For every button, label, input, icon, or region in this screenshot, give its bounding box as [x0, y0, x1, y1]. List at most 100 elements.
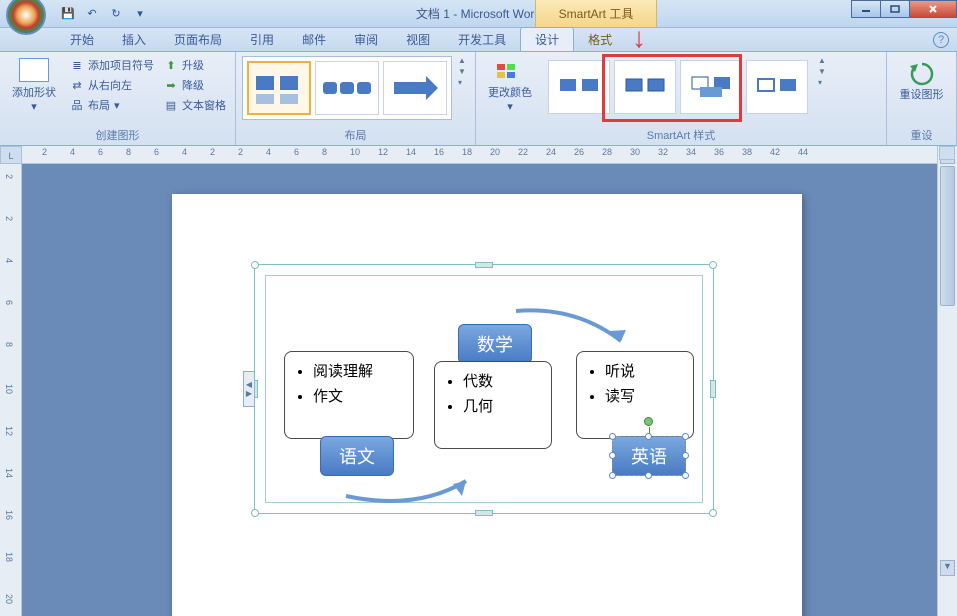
layout-option-3[interactable] [383, 61, 447, 115]
horizontal-ruler[interactable]: 2468642246810121416182022242628303234363… [22, 146, 937, 164]
add-shape-label: 添加形状 [12, 84, 56, 100]
ruler-number: 16 [4, 510, 14, 520]
text-pane-button[interactable]: ▤文本窗格 [162, 96, 228, 114]
promote-button[interactable]: ⬆升级 [162, 56, 228, 74]
layout-option-2[interactable] [315, 61, 379, 115]
ribbon-tabs: 开始 插入 页面布局 引用 邮件 审阅 视图 开发工具 设计 格式 ? [0, 28, 957, 52]
qat-save[interactable]: 💾 [58, 4, 78, 24]
reset-graphic-button[interactable]: 重设图形 [896, 56, 948, 106]
qat-customize[interactable]: ▾ [130, 4, 150, 24]
ruler-number: 26 [574, 147, 584, 157]
layout-gallery-more[interactable]: ▲▼▾ [458, 56, 466, 87]
resize-handle[interactable] [475, 262, 493, 268]
layout-option-1[interactable] [247, 61, 311, 115]
ruler-number: 32 [658, 147, 668, 157]
resize-handle[interactable] [609, 472, 616, 479]
layout-dropdown[interactable]: 品布局 ▾ [68, 96, 156, 114]
ruler-number: 22 [518, 147, 528, 157]
ruler-number: 12 [378, 147, 388, 157]
rtl-button[interactable]: ⇄从右向左 [68, 76, 156, 94]
smartart-node-title-selected[interactable]: 英语 [612, 436, 686, 476]
tab-view[interactable]: 视图 [392, 28, 444, 51]
tab-references[interactable]: 引用 [236, 28, 288, 51]
tab-format[interactable]: 格式 [574, 28, 626, 51]
text-pane-toggle[interactable]: ◀▶ [243, 371, 255, 407]
tab-insert[interactable]: 插入 [108, 28, 160, 51]
maximize-button[interactable] [880, 0, 910, 18]
ruler-number: 16 [434, 147, 444, 157]
smartart-node-card[interactable]: 代数 几何 [434, 361, 552, 449]
layout-icon: 品 [70, 99, 84, 111]
add-bullet-button[interactable]: ≣添加项目符号 [68, 56, 156, 74]
qat-redo[interactable]: ↻ [106, 4, 126, 24]
context-tab-title: SmartArt 工具 [535, 0, 657, 27]
help-button[interactable]: ? [933, 32, 949, 48]
resize-handle[interactable] [682, 472, 689, 479]
change-colors-button[interactable]: 更改颜色 ▾ [482, 56, 538, 115]
tab-design[interactable]: 设计 [520, 27, 574, 51]
tab-developer[interactable]: 开发工具 [444, 28, 520, 51]
smartart-node-card[interactable]: 阅读理解 作文 [284, 351, 414, 439]
scroll-down-button[interactable]: ▼ [940, 560, 955, 576]
view-ruler-toggle[interactable] [939, 146, 955, 160]
resize-handle[interactable] [609, 433, 616, 440]
ruler-number: 34 [686, 147, 696, 157]
document-area: ◀▶ 阅读理解 作文 语文 数学 [22, 164, 937, 616]
resize-handle[interactable] [251, 509, 259, 517]
ruler-number: 4 [70, 147, 75, 157]
vertical-ruler[interactable]: 22468101214161820 [0, 164, 22, 616]
style-option-3[interactable] [680, 60, 742, 114]
qat-undo[interactable]: ↶ [82, 4, 102, 24]
tab-page-layout[interactable]: 页面布局 [160, 28, 236, 51]
tab-review[interactable]: 审阅 [340, 28, 392, 51]
minimize-button[interactable] [851, 0, 881, 18]
ruler-number: 20 [490, 147, 500, 157]
demote-label: 降级 [182, 77, 204, 93]
style-option-2[interactable] [614, 60, 676, 114]
smartart-container[interactable]: ◀▶ 阅读理解 作文 语文 数学 [254, 264, 714, 514]
node-bullet: 听说 [605, 360, 679, 381]
resize-handle[interactable] [709, 509, 717, 517]
resize-handle[interactable] [645, 433, 652, 440]
promote-label: 升级 [182, 57, 204, 73]
node-bullet: 代数 [463, 370, 537, 391]
resize-handle[interactable] [682, 452, 689, 459]
ruler-number: 12 [4, 426, 14, 436]
rotation-handle[interactable] [644, 417, 653, 426]
titlebar: 💾 ↶ ↻ ▾ 文档 1 - Microsoft Word SmartArt 工… [0, 0, 957, 28]
ruler-number: 2 [238, 147, 243, 157]
scroll-thumb[interactable] [940, 166, 955, 306]
node-bullet: 作文 [313, 385, 399, 406]
page[interactable]: ◀▶ 阅读理解 作文 语文 数学 [172, 194, 802, 616]
ruler-corner[interactable]: L [0, 146, 22, 164]
ruler-number: 2 [4, 174, 14, 179]
smartart-node-title[interactable]: 数学 [458, 324, 532, 364]
ruler-number: 6 [294, 147, 299, 157]
resize-handle[interactable] [682, 433, 689, 440]
style-option-4[interactable] [746, 60, 808, 114]
layout-thumb-icon [252, 68, 306, 108]
ruler-number: 4 [266, 147, 271, 157]
tab-home[interactable]: 开始 [56, 28, 108, 51]
smartart-node-title[interactable]: 语文 [320, 436, 394, 476]
close-button[interactable] [909, 0, 957, 18]
style-option-1[interactable] [548, 60, 610, 114]
text-pane-label: 文本窗格 [182, 97, 226, 113]
resize-handle[interactable] [709, 261, 717, 269]
ruler-number: 2 [4, 216, 14, 221]
ruler-number: 44 [798, 147, 808, 157]
ruler-number: 14 [406, 147, 416, 157]
rtl-icon: ⇄ [70, 79, 84, 91]
vertical-scrollbar[interactable]: ▲ ▼ [937, 146, 957, 616]
resize-handle[interactable] [609, 452, 616, 459]
resize-handle[interactable] [645, 472, 652, 479]
node-title-text: 英语 [631, 447, 667, 467]
demote-button[interactable]: ➡降级 [162, 76, 228, 94]
tab-mailings[interactable]: 邮件 [288, 28, 340, 51]
smartart-node-card[interactable]: 听说 读写 [576, 351, 694, 439]
resize-handle[interactable] [251, 261, 259, 269]
layout-dropdown-label: 布局 [88, 97, 110, 113]
resize-handle[interactable] [710, 380, 716, 398]
add-shape-button[interactable]: 添加形状 ▾ [6, 56, 62, 115]
styles-gallery-more[interactable]: ▲▼▾ [818, 56, 826, 87]
